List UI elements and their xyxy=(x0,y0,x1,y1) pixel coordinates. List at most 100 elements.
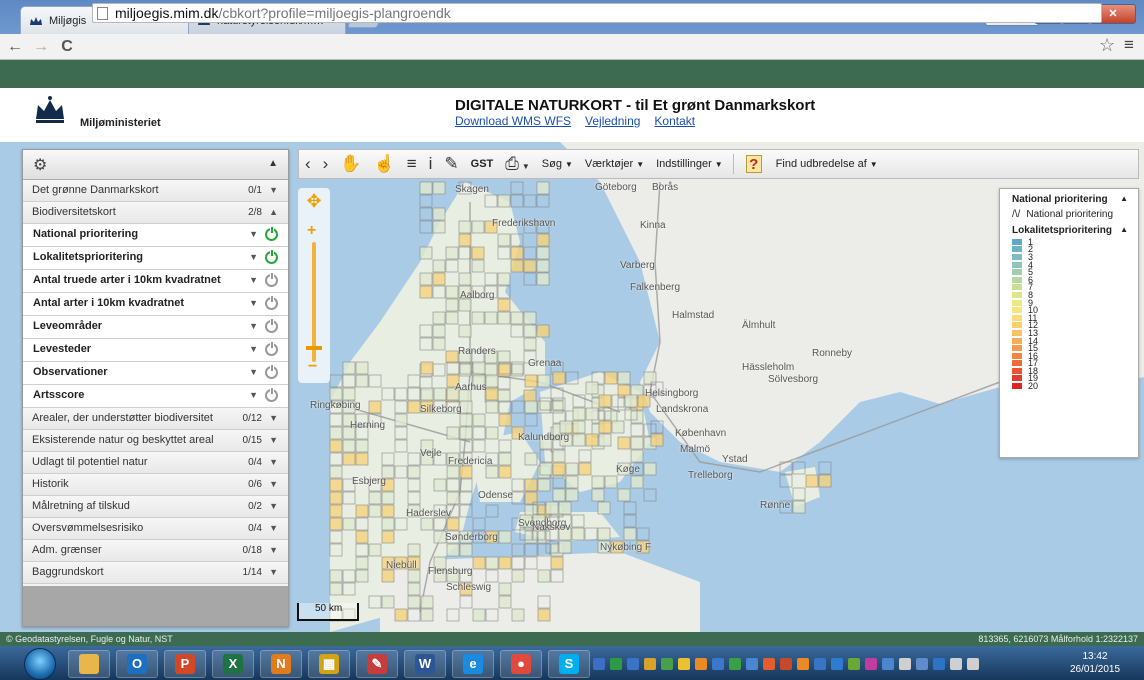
layer-options-icon[interactable]: ▼ xyxy=(249,339,258,360)
taskbar-app-word[interactable]: W xyxy=(404,650,446,678)
collapse-panel-icon[interactable]: ▲ xyxy=(268,158,278,169)
tray-icon[interactable] xyxy=(831,658,843,670)
history-forward-icon[interactable]: › xyxy=(317,154,335,174)
help-icon[interactable]: ? xyxy=(745,155,762,173)
back-icon[interactable]: ← xyxy=(4,38,26,56)
power-toggle-icon[interactable] xyxy=(265,388,278,402)
settings-menu[interactable]: Indstillinger ▼ xyxy=(650,158,729,170)
collapse-icon[interactable]: ▲ xyxy=(1120,225,1128,234)
pan-hand-icon[interactable]: ✋ xyxy=(334,154,367,174)
layer-row[interactable]: Oversvømmelsesrisiko 0/4 ▼ xyxy=(23,518,288,540)
gear-icon[interactable]: ⚙ xyxy=(33,155,47,175)
power-toggle-icon[interactable] xyxy=(265,365,278,379)
zoom-out-button[interactable]: − xyxy=(308,358,317,376)
guide-link[interactable]: Vejledning xyxy=(585,114,640,128)
expand-arrow-icon[interactable]: ▼ xyxy=(269,474,278,495)
info-icon[interactable]: i xyxy=(423,154,439,174)
taskbar-app-apps[interactable]: ▦ xyxy=(308,650,350,678)
taskbar-app-explorer[interactable] xyxy=(68,650,110,678)
taskbar-app-outlook[interactable]: O xyxy=(116,650,158,678)
power-toggle-icon[interactable] xyxy=(265,250,278,264)
tray-icon[interactable] xyxy=(593,658,605,670)
layer-row[interactable]: Antal truede arter i 10km kvadratnet ▼ xyxy=(23,270,288,293)
url-input[interactable]: miljoegis.mim.dk/cbkort?profile=miljoegi… xyxy=(92,3,1102,23)
expand-arrow-icon[interactable]: ▼ xyxy=(269,452,278,473)
taskbar-app-powerpoint[interactable]: P xyxy=(164,650,206,678)
layer-options-icon[interactable]: ▼ xyxy=(249,224,258,245)
tray-icon[interactable] xyxy=(814,658,826,670)
tray-icon[interactable] xyxy=(661,658,673,670)
browser-menu-icon[interactable]: ≡ xyxy=(1124,35,1134,55)
contact-link[interactable]: Kontakt xyxy=(654,114,695,128)
expand-arrow-icon[interactable]: ▲ xyxy=(269,202,278,223)
tray-icon[interactable] xyxy=(899,658,911,670)
taskbar-app-excel[interactable]: X xyxy=(212,650,254,678)
list-icon[interactable]: ≡ xyxy=(401,154,423,174)
legend-heading[interactable]: Lokalitetsprioritering ▲ xyxy=(1000,220,1138,236)
expand-arrow-icon[interactable]: ▼ xyxy=(269,408,278,429)
layer-row[interactable]: Eksisterende natur og beskyttet areal 0/1… xyxy=(23,430,288,452)
tray-icon[interactable] xyxy=(729,658,741,670)
layer-row[interactable]: Det grønne Danmarkskort 0/1 ▼ xyxy=(23,180,288,202)
ministry-logo[interactable]: Miljøministeriet xyxy=(32,95,162,135)
layer-row[interactable]: Udlagt til potentiel natur 0/4 ▼ xyxy=(23,452,288,474)
layer-options-icon[interactable]: ▼ xyxy=(249,247,258,268)
power-toggle-icon[interactable] xyxy=(265,273,278,287)
tray-icon[interactable] xyxy=(967,658,979,670)
tray-icon[interactable] xyxy=(950,658,962,670)
clock[interactable]: 13:42 26/01/2015 xyxy=(1060,650,1130,676)
tray-icon[interactable] xyxy=(712,658,724,670)
power-toggle-icon[interactable] xyxy=(265,342,278,356)
tray-icon[interactable] xyxy=(848,658,860,670)
tray-icon[interactable] xyxy=(865,658,877,670)
layer-row[interactable]: Baggrundskort 1/14 ▼ xyxy=(23,562,288,584)
tray-icon[interactable] xyxy=(933,658,945,670)
layer-row[interactable]: National prioritering ▼ xyxy=(23,224,288,247)
pan-arrows-icon[interactable]: ✥ xyxy=(302,192,326,210)
layer-row[interactable]: Historik 0/6 ▼ xyxy=(23,474,288,496)
draw-pen-icon[interactable]: ✎ xyxy=(438,154,464,174)
history-back-icon[interactable]: ‹ xyxy=(299,154,317,174)
tray-icon[interactable] xyxy=(678,658,690,670)
expand-arrow-icon[interactable]: ▼ xyxy=(269,562,278,583)
print-icon[interactable]: ⎙ ▼ xyxy=(499,154,536,174)
zoom-in-button[interactable]: + xyxy=(307,222,316,240)
tray-icon[interactable] xyxy=(916,658,928,670)
layer-row[interactable]: Antal arter i 10km kvadratnet ▼ xyxy=(23,293,288,316)
expand-arrow-icon[interactable]: ▼ xyxy=(269,496,278,517)
layer-row[interactable]: Lokalitetsprioritering ▼ xyxy=(23,247,288,270)
layer-row[interactable]: Biodiversitetskort 2/8 ▲ xyxy=(23,202,288,224)
start-button[interactable] xyxy=(24,648,56,680)
legend-heading[interactable]: National prioritering ▲ xyxy=(1000,189,1138,205)
tray-icon[interactable] xyxy=(627,658,639,670)
layer-row[interactable]: Leveområder ▼ xyxy=(23,316,288,339)
layer-row[interactable]: Observationer ▼ xyxy=(23,362,288,385)
gst-button[interactable]: GST xyxy=(465,158,500,170)
layer-row[interactable]: Adm. grænser 0/18 ▼ xyxy=(23,540,288,562)
zoom-slider-track[interactable] xyxy=(312,242,316,362)
power-toggle-icon[interactable] xyxy=(265,227,278,241)
find-distribution-menu[interactable]: Find udbredelse af ▼ xyxy=(770,158,884,170)
layer-options-icon[interactable]: ▼ xyxy=(249,316,258,337)
tray-icon[interactable] xyxy=(780,658,792,670)
reload-icon[interactable]: C xyxy=(56,38,78,56)
layer-options-icon[interactable]: ▼ xyxy=(249,385,258,406)
info-hand-icon[interactable]: ☝ xyxy=(368,154,401,174)
layer-row[interactable]: Arealer, der understøtter biodiversitet 0… xyxy=(23,408,288,430)
layer-options-icon[interactable]: ▼ xyxy=(249,362,258,383)
tray-icon[interactable] xyxy=(797,658,809,670)
expand-arrow-icon[interactable]: ▼ xyxy=(269,430,278,451)
power-toggle-icon[interactable] xyxy=(265,319,278,333)
tray-icon[interactable] xyxy=(746,658,758,670)
taskbar-app-paint[interactable]: ✎ xyxy=(356,650,398,678)
tray-icon[interactable] xyxy=(695,658,707,670)
taskbar-app-onenote[interactable]: N xyxy=(260,650,302,678)
taskbar-app-skype[interactable]: S xyxy=(548,650,590,678)
layer-row[interactable]: Artsscore ▼ xyxy=(23,385,288,408)
download-wms-link[interactable]: Download WMS WFS xyxy=(455,114,571,128)
collapse-icon[interactable]: ▲ xyxy=(1120,194,1128,203)
forward-icon[interactable]: → xyxy=(30,38,52,56)
tray-icon[interactable] xyxy=(763,658,775,670)
search-menu[interactable]: Søg ▼ xyxy=(536,158,579,170)
expand-arrow-icon[interactable]: ▼ xyxy=(269,540,278,561)
